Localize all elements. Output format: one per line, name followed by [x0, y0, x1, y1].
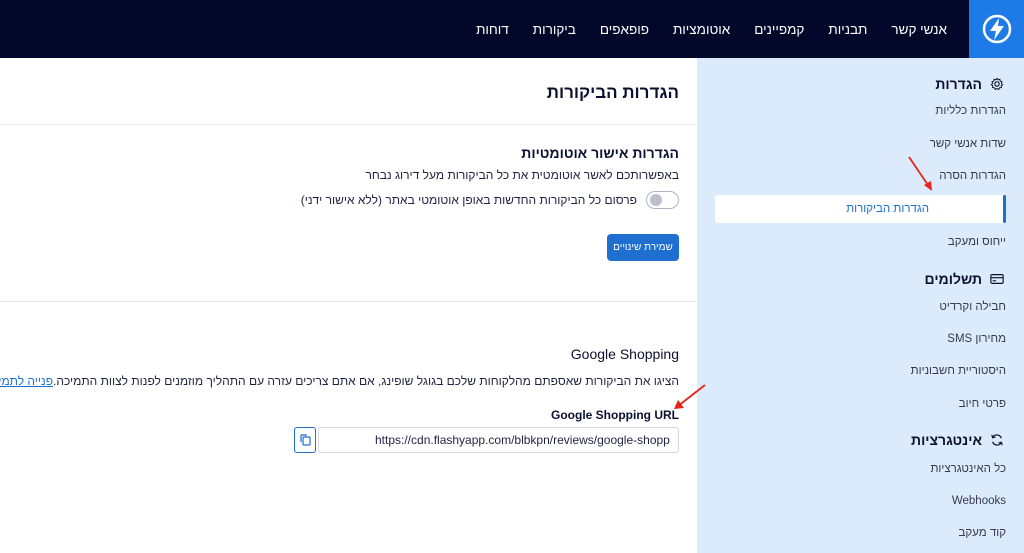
- divider: [0, 124, 697, 125]
- annotation-arrow-url-label: [674, 384, 706, 409]
- nav-reports[interactable]: דוחות: [476, 22, 509, 37]
- auto-publish-toggle[interactable]: [646, 191, 679, 209]
- flashy-logo[interactable]: [969, 0, 1024, 58]
- support-link[interactable]: פנייה לתמיכה: [0, 374, 53, 388]
- sidebar-item-billing-details[interactable]: פרטי חיוב: [959, 398, 1006, 410]
- page-title: הגדרות הביקורות: [546, 83, 679, 102]
- sidebar-item-contact-fields[interactable]: שדות אנשי קשר: [930, 138, 1006, 150]
- divider: [0, 301, 697, 302]
- sidebar-section-label: תשלומים: [924, 271, 982, 287]
- nav-campaigns[interactable]: קמפיינים: [754, 22, 804, 37]
- sidebar-item-plan-credit[interactable]: חבילה וקרדיט: [939, 301, 1006, 313]
- sidebar-section-payments: תשלומים: [925, 271, 1004, 287]
- sidebar-item-label: הגדרות הביקורות: [846, 203, 929, 215]
- sidebar-item-sms-pricing[interactable]: מחירון SMS: [947, 333, 1006, 345]
- copy-icon: [299, 434, 311, 446]
- main-nav: אנשי קשר תבניות קמפיינים אוטומציות פופאפ…: [452, 0, 947, 58]
- auto-approve-heading: הגדרות אישור אוטומטיות: [521, 145, 679, 161]
- sidebar-item-general[interactable]: הגדרות כלליות: [935, 105, 1006, 117]
- nav-templates[interactable]: תבניות: [828, 22, 867, 37]
- nav-automations[interactable]: אוטומציות: [673, 22, 730, 37]
- nav-reviews[interactable]: ביקורות: [533, 22, 576, 37]
- sidebar-item-tracking-code[interactable]: קוד מעקב: [959, 527, 1006, 539]
- sidebar-item-invoice-history[interactable]: היסטוריית חשבוניות: [911, 365, 1006, 377]
- sidebar-item-unsubscribe[interactable]: הגדרות הסרה: [939, 170, 1006, 182]
- auto-publish-label: פרסום כל הביקורות החדשות באופן אוטומטי ב…: [300, 193, 637, 207]
- sidebar-item-attribution[interactable]: ייחוס ומעקב: [948, 236, 1006, 248]
- sync-icon: [990, 433, 1004, 447]
- sidebar-item-reviews-settings[interactable]: הגדרות הביקורות: [715, 195, 1006, 223]
- sidebar-section-label: אינטגרציות: [911, 432, 982, 448]
- sidebar-section-integrations: אינטגרציות: [911, 432, 1004, 448]
- description-text: הציגו את הביקורות שאספתם מהלקוחות שלכם ב…: [53, 374, 679, 388]
- sidebar-item-webhooks[interactable]: Webhooks: [952, 495, 1006, 507]
- active-indicator: [1003, 195, 1006, 223]
- sidebar-section-settings: הגדרות: [935, 76, 1004, 92]
- top-navigation-bar: אנשי קשר תבניות קמפיינים אוטומציות פופאפ…: [0, 0, 1024, 58]
- google-shopping-description: הציגו את הביקורות שאספתם מהלקוחות שלכם ב…: [0, 374, 679, 388]
- settings-sidebar: הגדרות הגדרות כלליות שדות אנשי קשר הגדרו…: [697, 58, 1024, 553]
- save-changes-button[interactable]: שמירת שינויים: [607, 234, 679, 261]
- toggle-knob: [650, 194, 662, 206]
- google-shopping-heading: Google Shopping: [570, 346, 679, 362]
- credit-card-icon: [990, 272, 1004, 286]
- lightning-logo-icon: [982, 14, 1011, 44]
- annotation-arrow-sidebar: [908, 156, 932, 191]
- gear-icon: [990, 77, 1004, 91]
- main-content: הגדרות הביקורות הגדרות אישור אוטומטיות ב…: [0, 58, 697, 553]
- copy-url-button[interactable]: [294, 427, 316, 453]
- nav-popups[interactable]: פופאפים: [600, 22, 649, 37]
- auto-approve-description: באפשרותכם לאשר אוטומטית את כל הביקורות מ…: [365, 168, 679, 182]
- sidebar-item-all-integrations[interactable]: כל האינטגרציות: [930, 463, 1006, 475]
- sidebar-section-label: הגדרות: [935, 76, 982, 92]
- nav-contacts[interactable]: אנשי קשר: [891, 22, 947, 37]
- google-shopping-url-field[interactable]: [318, 427, 679, 453]
- google-shopping-url-label: Google Shopping URL: [551, 408, 679, 422]
